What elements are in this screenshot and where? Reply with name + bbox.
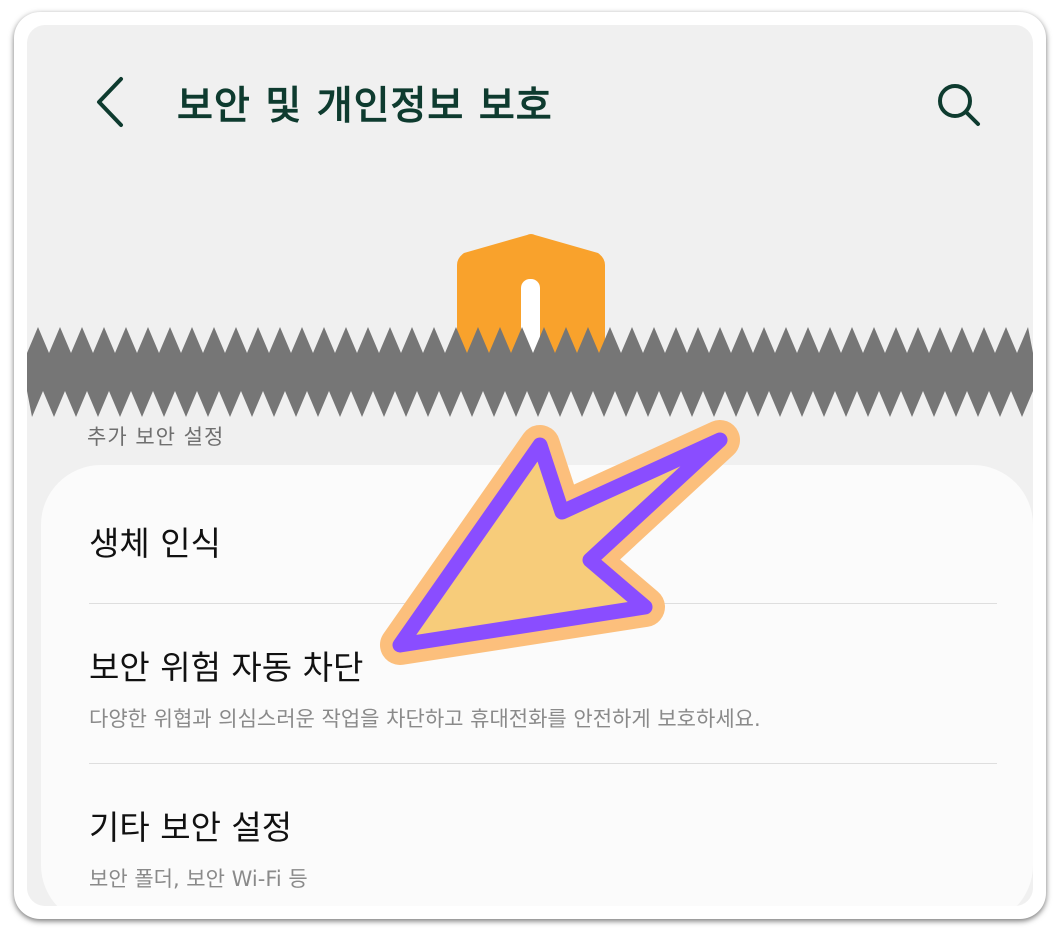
search-button[interactable] <box>931 77 987 133</box>
other-security-subtitle: 보안 폴더, 보안 Wi-Fi 등 <box>89 867 308 891</box>
section-label: 추가 보안 설정 <box>87 425 225 449</box>
search-icon <box>938 84 980 126</box>
divider <box>89 603 997 604</box>
auto-blocker-item[interactable]: 보안 위험 자동 차단 다양한 위협과 의심스러운 작업을 차단하고 휴대전화를… <box>89 641 989 733</box>
settings-card: 생체 인식 보안 위험 자동 차단 다양한 위협과 의심스러운 작업을 차단하고… <box>41 465 1033 906</box>
auto-blocker-title: 보안 위험 자동 차단 <box>89 648 364 687</box>
settings-screen: 보안 및 개인정보 보호 추가 보안 설정 생체 인식 보안 위험 자동 차단 … <box>27 25 1033 906</box>
screenshot-frame: 보안 및 개인정보 보호 추가 보안 설정 생체 인식 보안 위험 자동 차단 … <box>14 12 1046 919</box>
shield-icon <box>457 234 605 355</box>
page-title: 보안 및 개인정보 보호 <box>177 84 553 129</box>
torn-edge-band <box>27 327 1033 417</box>
divider <box>89 763 997 764</box>
back-button[interactable] <box>81 69 141 135</box>
other-security-item[interactable]: 기타 보안 설정 보안 폴더, 보안 Wi-Fi 등 <box>89 801 989 893</box>
biometrics-title: 생체 인식 <box>89 524 221 563</box>
other-security-title: 기타 보안 설정 <box>89 808 293 847</box>
chevron-left-icon <box>97 77 123 127</box>
biometrics-item[interactable]: 생체 인식 <box>89 517 989 565</box>
app-header: 보안 및 개인정보 보호 <box>27 25 1033 175</box>
auto-blocker-subtitle: 다양한 위협과 의심스러운 작업을 차단하고 휴대전화를 안전하게 보호하세요. <box>89 707 761 731</box>
